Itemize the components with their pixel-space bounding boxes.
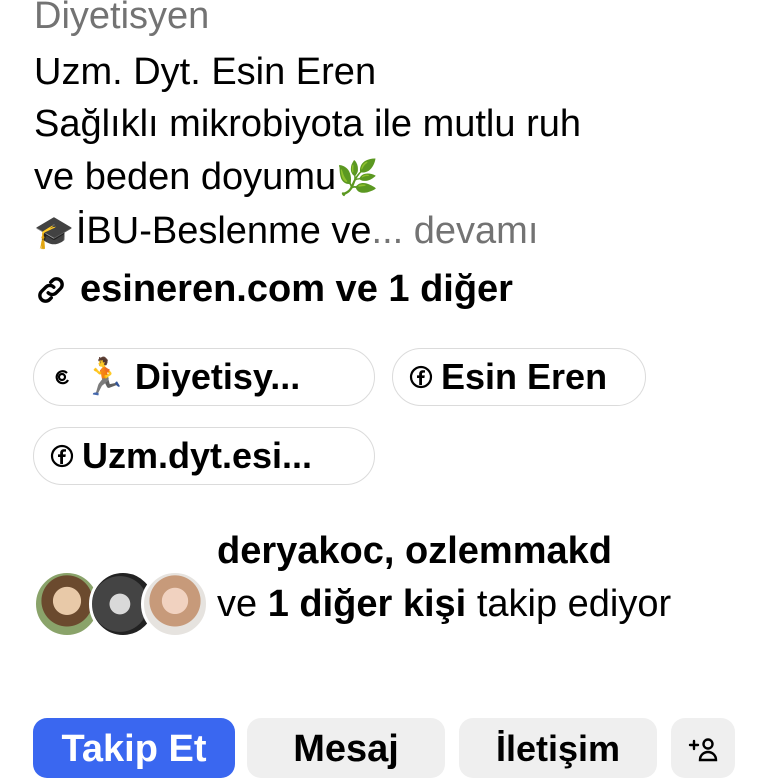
bio-more-link[interactable]: devamı: [414, 210, 539, 252]
follow-button-label: Takip Et: [61, 728, 207, 770]
facebook-chip-uzm-dyt[interactable]: Uzm.dyt.esi...: [33, 427, 375, 485]
link-icon: [38, 276, 64, 303]
facebook-chip-esin-eren[interactable]: Esin Eren: [392, 348, 646, 406]
suggested-users-button[interactable]: [671, 718, 735, 778]
bio-ellipsis: ...: [371, 210, 404, 252]
message-button-label: Mesaj: [293, 728, 399, 770]
contact-button[interactable]: İletişim: [459, 718, 657, 778]
profile-name: Uzm. Dyt. Esin Eren: [34, 51, 377, 93]
add-person-icon: [688, 738, 718, 762]
chip-label: Diyetisy...: [134, 356, 301, 397]
facebook-icon: [50, 444, 74, 468]
followers-suffix: takip ediyor: [476, 583, 672, 625]
threads-chip[interactable]: 🏃 Diyetisy...: [33, 348, 375, 406]
profile-link[interactable]: esineren.com ve 1 diğer: [34, 268, 513, 311]
graduation-cap-emoji-icon: 🎓: [34, 214, 74, 250]
chip-label: Esin Eren: [441, 356, 608, 397]
chip-label: Uzm.dyt.esi...: [82, 435, 313, 476]
contact-button-label: İletişim: [495, 728, 621, 769]
bio-line-3-text: İBU-Beslenme ve: [75, 210, 372, 252]
bio-line-2: ve beden doyumu🌿: [34, 151, 754, 205]
leaf-emoji-icon: 🌿: [336, 159, 379, 197]
profile-link-text: esineren.com ve 1 diğer: [80, 268, 513, 310]
profile-bio: Sağlıklı mikrobiyota ile mutlu ruh ve be…: [34, 98, 754, 259]
followers-count: 1 diğer kişi: [267, 583, 467, 625]
bio-line-1: Sağlıklı mikrobiyota ile mutlu ruh: [34, 103, 581, 145]
facebook-icon: [409, 365, 433, 389]
followers-prefix: ve: [217, 583, 258, 625]
follow-button[interactable]: Takip Et: [33, 718, 235, 778]
profile-category: Diyetisyen: [34, 0, 210, 37]
follower-names: deryakoc, ozlemmakd: [217, 530, 612, 572]
threads-icon: [50, 365, 74, 389]
follower-avatars[interactable]: [33, 570, 209, 638]
runner-emoji-icon: 🏃: [82, 356, 127, 397]
followed-by-text[interactable]: deryakoc, ozlemmakd ve 1 diğer kişi taki…: [217, 525, 737, 631]
bio-line-2-text: ve beden doyumu: [34, 156, 337, 198]
bio-line-3: 🎓İBU-Beslenme ve... devamı: [34, 205, 754, 259]
avatar: [141, 570, 209, 638]
message-button[interactable]: Mesaj: [247, 718, 445, 778]
